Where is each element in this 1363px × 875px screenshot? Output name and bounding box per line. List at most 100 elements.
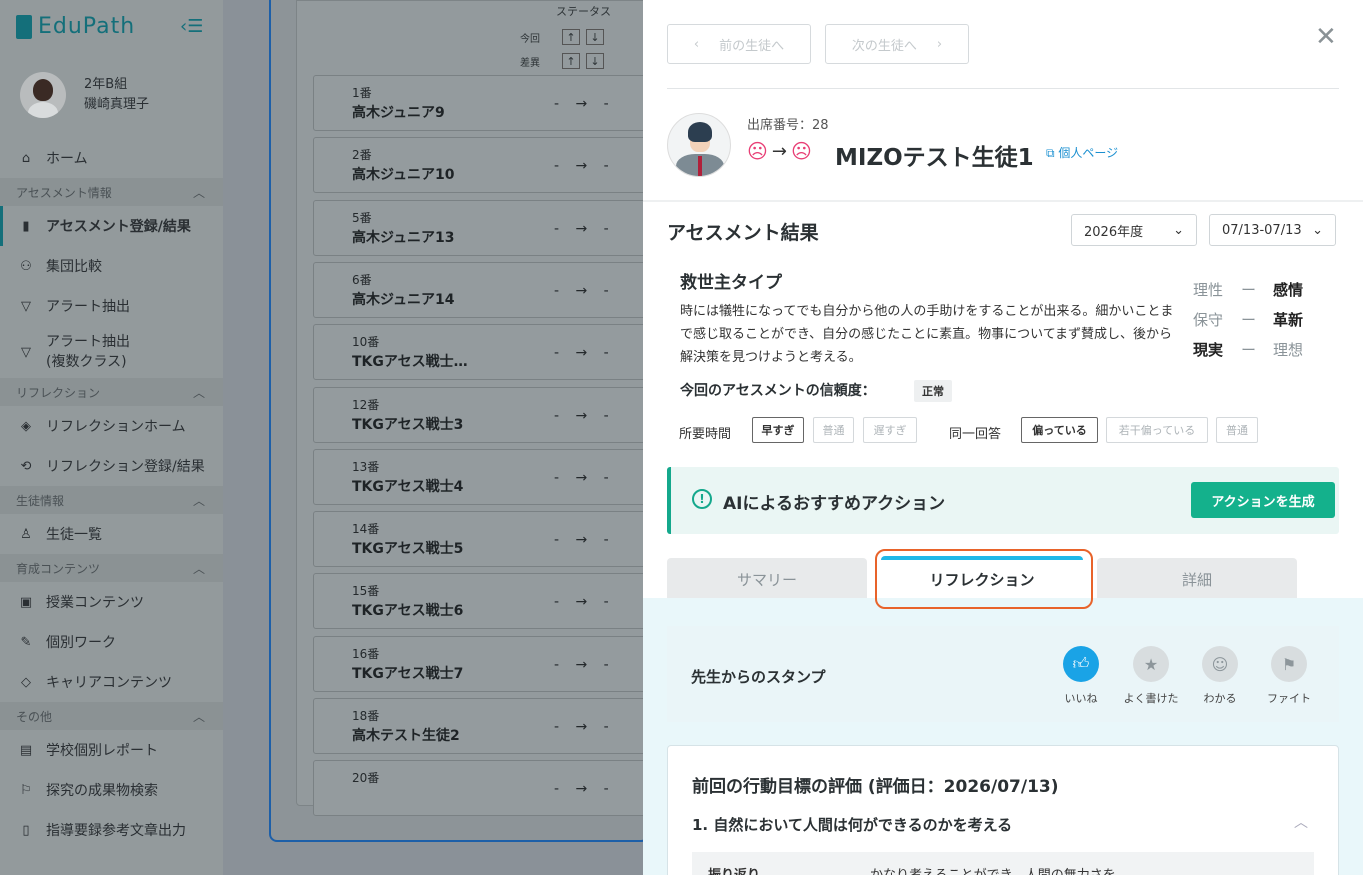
sidebar-item-guidance-output[interactable]: ▯ 指導要録参考文章出力 — [0, 810, 223, 850]
stamp-like[interactable]: 👍︎ いいね — [1051, 646, 1111, 706]
sidebar-item-assessment-register[interactable]: ▮ アセスメント登録/結果 — [0, 206, 223, 246]
student-number: 15番 — [352, 584, 380, 599]
student-number: 14番 — [352, 522, 380, 537]
smile-icon: ☺ — [1202, 646, 1238, 682]
prev-student-button[interactable]: ‹ 前の生徒へ — [667, 24, 811, 64]
sidebar-section-other[interactable]: その他 ︿ — [0, 702, 223, 730]
axis-right: 理想 — [1273, 341, 1304, 359]
sidebar: EduPath ‹☰ 2年B組 磯崎真理子 ⌂ ホーム アセスメント情報 ︿ ▮ アセ… — [0, 0, 223, 875]
sidebar-item-home[interactable]: ⌂ ホーム — [0, 138, 223, 178]
user-name: 磯崎真理子 — [84, 97, 150, 112]
flag-icon: ⚐ — [20, 782, 32, 798]
reliability-badge: 正常 — [914, 380, 952, 402]
sidebar-section-student-info[interactable]: 生徒情報 ︿ — [0, 486, 223, 514]
status-header: ステータス — [556, 5, 611, 18]
stamp-fight[interactable]: ⚑ ファイト — [1259, 646, 1319, 706]
sidebar-item-inquiry-search[interactable]: ⚐ 探究の成果物検索 — [0, 770, 223, 810]
sort-asc-icon[interactable]: ↑ — [562, 53, 580, 69]
list-item[interactable]: 1番 高木ジュニア9 - → - — [313, 75, 653, 131]
menu-collapse-icon[interactable]: ‹☰ — [180, 16, 203, 37]
sidebar-item-lesson-contents[interactable]: ▣ 授業コンテンツ — [0, 582, 223, 622]
student-number: 18番 — [352, 709, 380, 723]
type-description: 時には犠牲になってでも自分から他の人の手助けをすることが出来る。細かいことまで感… — [680, 304, 1174, 365]
stamp-well-written[interactable]: ★ よく書けた — [1121, 646, 1181, 706]
sidebar-item-student-list[interactable]: ♙ 生徒一覧 — [0, 514, 223, 554]
stamp-understand[interactable]: ☺ わかる — [1190, 646, 1250, 706]
list-item[interactable]: 20番 - → - — [313, 760, 653, 817]
list-item[interactable]: 10番 TKGアセス戦士… - → - — [313, 324, 653, 381]
same-answer-label: 同一回答 — [949, 427, 1002, 442]
sidebar-item-career-contents[interactable]: ◇ キャリアコンテンツ — [0, 662, 223, 702]
sort-desc-icon[interactable]: ↓ — [586, 29, 604, 45]
list-item[interactable]: 12番 TKGアセス戦士3 - → - — [313, 386, 653, 443]
chip-same-slightly: 若干偏っている — [1106, 417, 1208, 443]
tab-summary[interactable]: サマリー — [667, 558, 867, 600]
alert-circle-icon: ! — [692, 489, 712, 509]
chip-time-normal: 普通 — [813, 417, 854, 443]
axis-left: 保守 — [1193, 311, 1224, 329]
type-name: 救世主タイプ — [680, 273, 782, 293]
status-change: - → - — [554, 407, 615, 424]
list-item[interactable]: 5番 高木ジュニア13 - → - — [313, 199, 653, 256]
sort-asc-icon[interactable]: ↑ — [562, 29, 580, 45]
sad-face-icon: ☹ — [790, 139, 812, 163]
sad-face-icon: ☹ — [747, 139, 768, 163]
axis-dash: ー — [1241, 281, 1257, 299]
tab-detail[interactable]: 詳細 — [1097, 558, 1297, 600]
sidebar-section-contents[interactable]: 育成コンテンツ ︿ — [0, 554, 223, 582]
sidebar-item-reflection-register[interactable]: ⟲ リフレクション登録/結果 — [0, 446, 223, 486]
student-number: 2番 — [352, 148, 372, 163]
student-number: 16番 — [352, 646, 380, 661]
bar-chart-icon: ▮ — [22, 218, 30, 234]
list-item[interactable]: 16番 TKGアセス戦士7 - → - — [313, 635, 653, 692]
year-select[interactable]: 2026年度 ⌄ — [1071, 214, 1197, 246]
student-name: TKGアセス戦士7 — [352, 665, 464, 682]
chevron-up-icon[interactable]: ︿ — [1294, 812, 1308, 832]
personal-page-link[interactable]: ⧉ 個人ページ — [1046, 144, 1118, 161]
list-item[interactable]: 14番 TKGアセス戦士5 - → - — [313, 511, 653, 568]
list-item[interactable]: 2番 高木ジュニア10 - → - — [313, 137, 653, 194]
axis-dash: ー — [1241, 311, 1257, 329]
sidebar-item-school-report[interactable]: ▤ 学校個別レポート — [0, 730, 223, 770]
generate-action-button[interactable]: アクションを生成 — [1191, 482, 1335, 518]
sidebar-item-individual-work[interactable]: ✎ 個別ワーク — [0, 622, 223, 662]
sidebar-section-assessment[interactable]: アセスメント情報 ︿ — [0, 178, 223, 206]
divider — [643, 200, 1363, 202]
student-detail-drawer: ‹ 前の生徒へ 次の生徒へ › ✕ 出席番号：28 ☹ → ☹ MIZOテスト生徒1 ⧉… — [643, 0, 1363, 875]
chip-same-biased: 偏っている — [1021, 417, 1098, 443]
goal-item[interactable]: 1. 自然において人間は何ができるのかを考える — [692, 814, 1012, 835]
user-class: 2年B組 — [84, 77, 128, 92]
app-logo[interactable]: EduPath — [16, 14, 135, 39]
student-number: 1番 — [352, 86, 372, 100]
list-item[interactable]: 15番 TKGアセス戦士6 - → - — [313, 573, 653, 630]
seat-number: 出席番号：28 — [747, 118, 829, 133]
close-icon[interactable]: ✕ — [1315, 22, 1337, 52]
reflection-row: 振り返り かなり考えることができ、人間の無力さを — [692, 852, 1314, 875]
sidebar-item-reflection-home[interactable]: ◈ リフレクションホーム — [0, 406, 223, 446]
document-icon: ▯ — [22, 822, 30, 838]
list-item[interactable]: 18番 高木テスト生徒2 - → - — [313, 698, 653, 754]
student-name: TKGアセス戦士4 — [352, 478, 464, 495]
list-item[interactable]: 13番 TKGアセス戦士4 - → - — [313, 448, 653, 505]
axis-right: 革新 — [1273, 311, 1304, 329]
chevron-up-icon: ︿ — [192, 385, 205, 400]
chevron-down-icon: ⌄ — [1173, 222, 1184, 238]
status-change: - → - — [554, 96, 615, 112]
layers-icon: ◈ — [21, 418, 31, 434]
list-item[interactable]: 6番 高木ジュニア14 - → - — [313, 261, 653, 318]
sidebar-item-group-compare[interactable]: ⚇ 集団比較 — [0, 246, 223, 286]
sidebar-item-alert[interactable]: ▽ アラート抽出 — [0, 286, 223, 326]
status-change: - → - — [554, 469, 615, 486]
next-student-button[interactable]: 次の生徒へ › — [825, 24, 969, 64]
student-name: TKGアセス戦士… — [352, 354, 468, 371]
axis-dash: ー — [1241, 341, 1257, 359]
mood-transition: ☹ → ☹ — [747, 139, 812, 163]
sidebar-section-reflection[interactable]: リフレクション ︿ — [0, 378, 223, 406]
sort-desc-icon[interactable]: ↓ — [586, 53, 604, 69]
axis-left: 理性 — [1193, 281, 1224, 299]
status-change: - → - — [554, 719, 615, 735]
period-select[interactable]: 07/13-07/13 ⌄ — [1209, 214, 1336, 246]
sidebar-item-alert-multi[interactable]: ▽ アラート抽出 (複数クラス) — [0, 326, 223, 378]
user-profile: 2年B組 磯崎真理子 — [20, 72, 149, 118]
person-icon: ♙ — [20, 526, 32, 542]
